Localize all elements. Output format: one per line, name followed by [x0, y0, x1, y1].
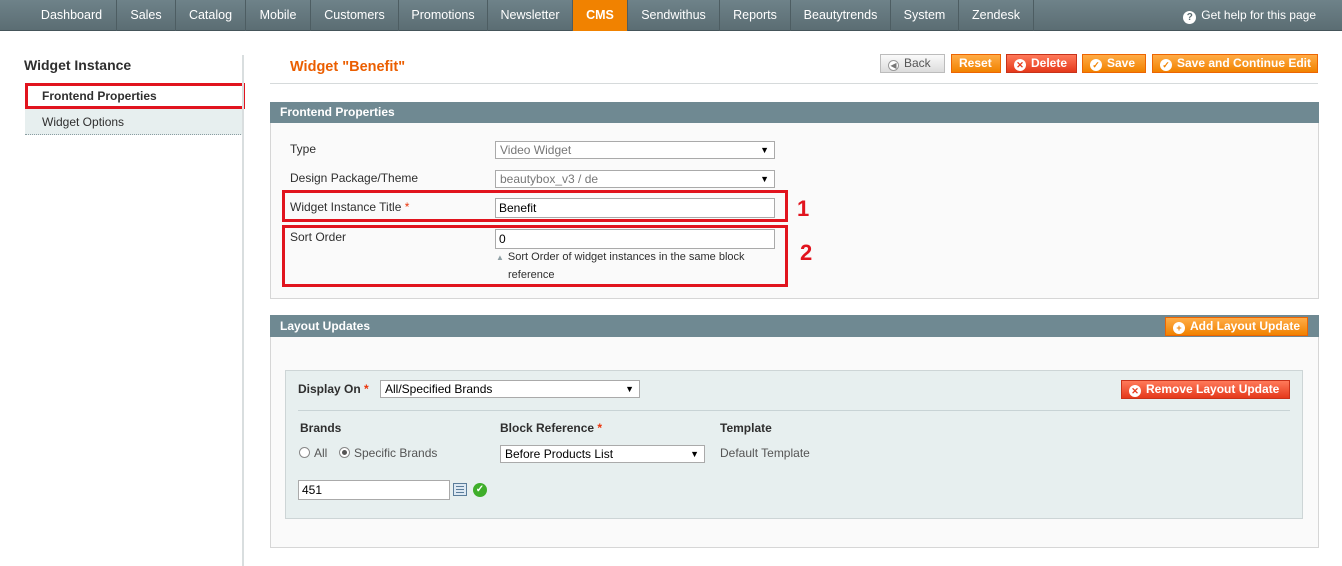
add-layout-update-button[interactable]: + Add Layout Update [1165, 317, 1308, 336]
radio-specific-label: Specific Brands [354, 446, 438, 460]
back-label: Back [904, 56, 931, 70]
tab-widget-options[interactable]: Widget Options [25, 109, 243, 135]
save-continue-label: Save and Continue Edit [1177, 56, 1312, 70]
remove-layout-update-button[interactable]: ✕ Remove Layout Update [1121, 380, 1290, 399]
brand-ids-input[interactable]: 451 [298, 480, 450, 500]
widget-title-input[interactable]: Benefit [495, 198, 775, 218]
save-continue-check-icon: ✓ [1160, 59, 1172, 71]
radio-specific-circle[interactable] [339, 447, 350, 458]
title-label: Widget Instance Title * [290, 200, 409, 214]
nav-sendwithus[interactable]: Sendwithus [628, 0, 720, 31]
type-label: Type [290, 142, 317, 156]
tab-frontend-properties[interactable]: Frontend Properties [25, 83, 245, 109]
nav-system[interactable]: System [891, 0, 959, 31]
delete-icon: ✕ [1014, 59, 1026, 71]
type-select[interactable]: Video Widget ▼ [495, 141, 775, 159]
back-button[interactable]: ◀ Back [880, 54, 945, 73]
nav-dashboard[interactable]: Dashboard [27, 0, 117, 31]
sidebar-title: Widget Instance [24, 57, 132, 73]
back-arrow-icon: ◀ [888, 60, 899, 71]
template-header: Template [720, 421, 772, 435]
nav-reports[interactable]: Reports [720, 0, 791, 31]
required-mark: * [597, 421, 603, 435]
delete-button[interactable]: ✕ Delete [1006, 54, 1077, 73]
top-navigation: Dashboard Sales Catalog Mobile Customers… [0, 0, 1342, 31]
nav-mobile[interactable]: Mobile [246, 0, 311, 31]
apply-check-icon[interactable]: ✓ [473, 483, 487, 497]
page-title: Widget "Benefit" [290, 59, 406, 75]
callout-2: 2 [800, 240, 813, 265]
radio-all[interactable]: All [299, 446, 327, 460]
sort-note-line1: Sort Order of widget instances in the sa… [507, 251, 745, 263]
chooser-icon[interactable] [453, 483, 467, 496]
title-divider [270, 83, 1318, 84]
help-text: Get help for this page [1201, 8, 1316, 22]
template-value: Default Template [720, 446, 810, 460]
theme-label: Design Package/Theme [290, 171, 419, 185]
brands-header: Brands [300, 421, 342, 435]
nav-beautytrends[interactable]: Beautytrends [791, 0, 891, 31]
nav-catalog[interactable]: Catalog [176, 0, 246, 31]
title-label-text: Widget Instance Title [290, 200, 402, 214]
note-arrow-icon: ▲ [496, 253, 504, 262]
radio-all-label: All [314, 446, 328, 460]
nav-promotions[interactable]: Promotions [399, 0, 488, 31]
remove-layout-label: Remove Layout Update [1146, 382, 1280, 396]
nav-sales[interactable]: Sales [117, 0, 176, 31]
block-reference-header: Block Reference * [500, 421, 602, 435]
save-continue-button[interactable]: ✓ Save and Continue Edit [1152, 54, 1318, 73]
chevron-down-icon: ▼ [760, 174, 769, 184]
nav-customers[interactable]: Customers [311, 0, 399, 31]
sort-order-note: ▲ Sort Order of widget instances in the s… [496, 248, 745, 267]
save-label: Save [1107, 56, 1136, 70]
help-icon: ? [1183, 11, 1197, 24]
block-ref-text: Block Reference [500, 421, 595, 435]
block-ref-value: Before Products List [505, 447, 614, 461]
required-mark: * [404, 200, 410, 214]
layout-divider [298, 410, 1290, 411]
type-value: Video Widget [500, 143, 572, 157]
radio-specific[interactable]: Specific Brands [339, 446, 437, 460]
reset-button[interactable]: Reset [951, 54, 1001, 73]
nav-newsletter[interactable]: Newsletter [488, 0, 573, 31]
add-layout-label: Add Layout Update [1190, 319, 1300, 333]
plus-icon: + [1173, 322, 1185, 334]
chevron-down-icon: ▼ [760, 145, 769, 155]
sort-order-note-2: reference [508, 269, 555, 281]
frontend-properties-header: Frontend Properties [270, 102, 1319, 123]
layout-updates-header: Layout Updates [270, 315, 1319, 337]
save-check-icon: ✓ [1090, 59, 1102, 71]
theme-select[interactable]: beautybox_v3 / de ▼ [495, 170, 775, 188]
remove-icon: ✕ [1129, 385, 1141, 397]
chevron-down-icon: ▼ [625, 384, 634, 394]
display-on-value: All/Specified Brands [385, 382, 493, 396]
save-button[interactable]: ✓ Save [1082, 54, 1146, 73]
chevron-down-icon: ▼ [690, 449, 699, 459]
nav-cms[interactable]: CMS [573, 0, 628, 31]
help-link[interactable]: ? Get help for this page [1183, 0, 1316, 31]
sort-order-label: Sort Order [290, 230, 347, 244]
required-mark: * [364, 382, 369, 396]
nav-zendesk[interactable]: Zendesk [959, 0, 1034, 31]
reset-label: Reset [959, 56, 992, 70]
theme-value: beautybox_v3 / de [500, 172, 599, 186]
block-reference-select[interactable]: Before Products List ▼ [500, 445, 705, 463]
radio-all-circle[interactable] [299, 447, 310, 458]
sidebar-divider [242, 55, 244, 566]
display-on-label: Display On * [298, 382, 369, 396]
display-on-select[interactable]: All/Specified Brands ▼ [380, 380, 640, 398]
callout-1: 1 [797, 196, 810, 221]
delete-label: Delete [1031, 56, 1068, 70]
display-on-text: Display On [298, 382, 361, 396]
sort-order-input[interactable]: 0 [495, 229, 775, 249]
